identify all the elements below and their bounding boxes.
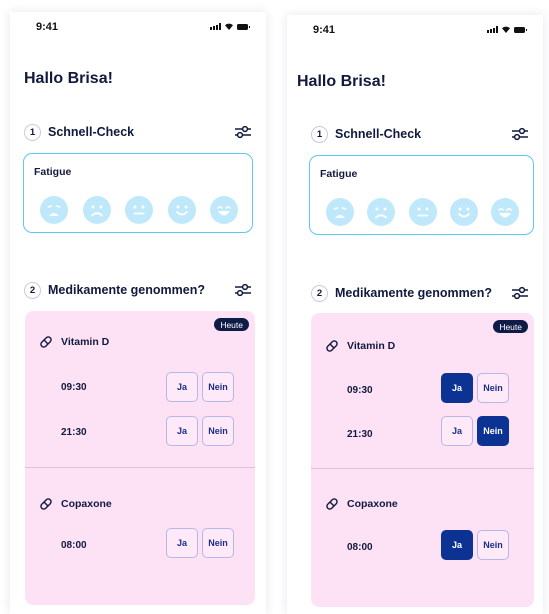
section-schnell-check-header: 1 Schnell-Check: [311, 123, 529, 145]
pill-icon: [40, 336, 52, 348]
dose-time: 08:00: [347, 542, 373, 553]
section-schnell-check-header: 1 Schnell-Check: [24, 121, 252, 143]
status-bar: 9:41: [10, 12, 266, 42]
neutral-face-icon[interactable]: [408, 198, 437, 226]
section-medikamente-header: 2 Medikamente genommen?: [311, 282, 529, 304]
step-number-badge: 1: [311, 125, 328, 143]
section-title: Medikamente genommen?: [335, 286, 492, 300]
medication-card: Heute Vitamin D 09:30 Ja Nein 21:30 Ja N…: [25, 311, 255, 605]
grin-face-icon[interactable]: [210, 196, 238, 224]
step-number-badge: 2: [311, 284, 328, 302]
fatigue-label: Fatigue: [320, 168, 358, 180]
medication-name: Vitamin D: [61, 336, 110, 348]
medication-vitamin-d: Vitamin D: [325, 339, 395, 353]
today-badge: Heute: [214, 318, 249, 331]
signal-icon: [487, 26, 498, 33]
step-number-badge: 1: [24, 123, 41, 141]
wifi-icon: [501, 25, 511, 33]
fatigue-face-scale: [40, 196, 238, 224]
very-sad-face-icon[interactable]: [40, 196, 68, 224]
section-title: Schnell-Check: [48, 125, 135, 139]
fatigue-card: Fatigue: [23, 153, 253, 233]
status-time: 9:41: [36, 21, 59, 33]
no-button[interactable]: Nein: [202, 416, 234, 446]
fatigue-card: Fatigue: [309, 155, 534, 235]
medication-vitamin-d: Vitamin D: [39, 335, 109, 349]
neutral-face-icon[interactable]: [125, 196, 153, 224]
no-button-selected[interactable]: Nein: [477, 416, 509, 446]
section-medikamente-header: 2 Medikamente genommen?: [24, 279, 252, 301]
grin-face-icon[interactable]: [491, 198, 519, 226]
today-badge: Heute: [493, 320, 528, 333]
smile-face-icon[interactable]: [167, 196, 196, 224]
pill-icon: [326, 498, 338, 510]
medication-name: Copaxone: [61, 498, 112, 510]
pill-icon: [40, 498, 52, 510]
yes-button[interactable]: Ja: [166, 416, 198, 446]
yes-button[interactable]: Ja: [166, 528, 198, 558]
dose-time: 21:30: [347, 429, 373, 440]
dose-time: 08:00: [61, 540, 87, 551]
system-icons: [210, 22, 250, 30]
system-icons: [487, 25, 527, 33]
card-divider: [25, 467, 255, 468]
no-button[interactable]: Nein: [202, 372, 234, 402]
yes-button[interactable]: Ja: [441, 416, 473, 446]
dose-time: 21:30: [61, 427, 87, 438]
fatigue-face-scale: [326, 198, 519, 226]
signal-icon: [210, 23, 221, 30]
sad-face-icon[interactable]: [367, 198, 396, 226]
wifi-icon: [224, 22, 234, 30]
sad-face-icon[interactable]: [82, 196, 111, 224]
phone-screen-right: 9:41 Hallo Brisa! 1 Schnell-Check Fatigu…: [287, 15, 543, 614]
dose-time: 09:30: [347, 385, 373, 396]
filter-settings-icon[interactable]: [234, 283, 252, 297]
dose-time: 09:30: [61, 382, 87, 393]
status-bar: 9:41: [287, 15, 543, 45]
battery-icon: [237, 24, 250, 30]
battery-icon: [514, 27, 527, 33]
very-sad-face-icon[interactable]: [326, 198, 354, 226]
greeting-title: Hallo Brisa!: [24, 70, 113, 87]
phone-screen-left: 9:41 Hallo Brisa! 1 Schnell-Check Fatigu…: [10, 12, 266, 614]
filter-settings-icon[interactable]: [511, 286, 529, 300]
medication-name: Copaxone: [347, 498, 398, 510]
greeting-title: Hallo Brisa!: [297, 73, 386, 90]
no-button[interactable]: Nein: [202, 528, 234, 558]
filter-settings-icon[interactable]: [234, 125, 252, 139]
medication-card: Heute Vitamin D 09:30 Ja Nein 21:30 Ja N…: [311, 313, 534, 607]
medication-copaxone: Copaxone: [325, 497, 398, 511]
yes-button[interactable]: Ja: [166, 372, 198, 402]
status-time: 9:41: [313, 24, 336, 36]
medication-name: Vitamin D: [347, 340, 396, 352]
section-title: Schnell-Check: [335, 127, 422, 141]
card-divider: [311, 468, 534, 469]
pill-icon: [326, 340, 338, 352]
medication-copaxone: Copaxone: [39, 497, 112, 511]
yes-button-selected[interactable]: Ja: [441, 530, 473, 560]
no-button[interactable]: Nein: [477, 530, 509, 560]
step-number-badge: 2: [24, 281, 41, 299]
filter-settings-icon[interactable]: [511, 127, 529, 141]
smile-face-icon[interactable]: [449, 198, 478, 226]
no-button[interactable]: Nein: [477, 373, 509, 403]
yes-button-selected[interactable]: Ja: [441, 373, 473, 403]
section-title: Medikamente genommen?: [48, 283, 205, 297]
fatigue-label: Fatigue: [34, 166, 72, 178]
